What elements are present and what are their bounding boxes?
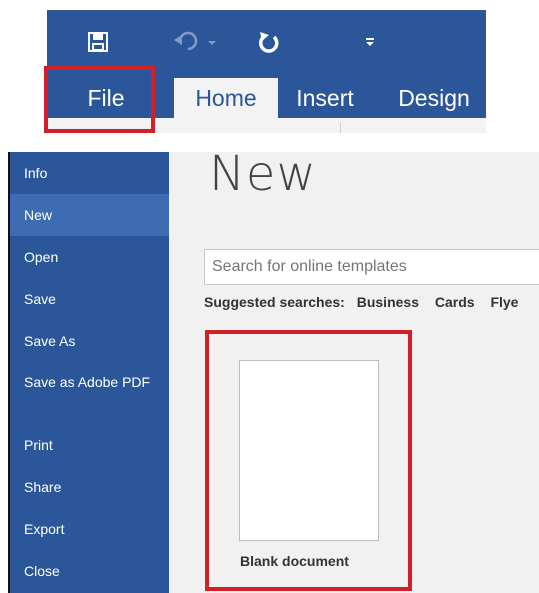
suggested-searches-label: Suggested searches: (204, 294, 345, 310)
tab-home[interactable]: Home (174, 78, 278, 120)
save-icon[interactable] (83, 24, 113, 60)
undo-icon[interactable] (167, 24, 227, 60)
sidebar-item-close[interactable]: Close (10, 550, 169, 592)
suggested-search-link[interactable]: Cards (435, 294, 475, 310)
tab-insert[interactable]: Insert (290, 78, 360, 120)
sidebar-item-info[interactable]: Info (10, 152, 169, 194)
backstage-view: Info New Open Save Save As Save as Adobe… (8, 152, 539, 593)
sidebar-item-open[interactable]: Open (10, 236, 169, 278)
ribbon-separator (340, 122, 341, 133)
sidebar-item-save-as-pdf[interactable]: Save as Adobe PDF (10, 372, 160, 392)
template-search-input[interactable] (204, 249, 539, 285)
redo-icon[interactable] (254, 24, 284, 60)
sidebar-item-save[interactable]: Save (10, 278, 169, 320)
suggested-searches: Suggested searches: Business Cards Flye (204, 294, 530, 310)
backstage-sidebar: Info New Open Save Save As Save as Adobe… (8, 152, 169, 593)
blank-document-highlight (205, 330, 412, 591)
sidebar-item-export[interactable]: Export (10, 508, 169, 550)
backstage-content: New Suggested searches: Business Cards F… (169, 152, 539, 593)
customize-qat-icon[interactable] (359, 24, 381, 60)
suggested-search-link[interactable]: Business (357, 294, 419, 310)
suggested-search-link[interactable]: Flye (490, 294, 518, 310)
file-tab-highlight (44, 66, 155, 133)
sidebar-item-new[interactable]: New (10, 194, 169, 236)
sidebar-item-save-as[interactable]: Save As (10, 320, 169, 362)
tab-design[interactable]: Design (389, 78, 479, 120)
page-title: New (209, 152, 317, 202)
sidebar-item-share[interactable]: Share (10, 466, 169, 508)
sidebar-item-print[interactable]: Print (10, 424, 169, 466)
